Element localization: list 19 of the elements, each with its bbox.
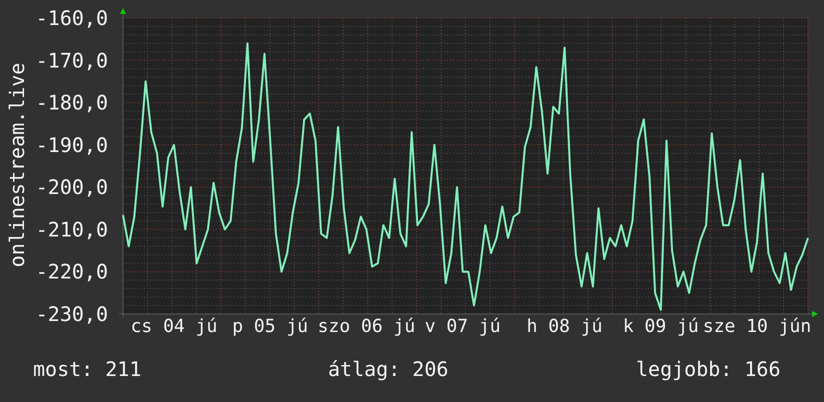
x-tick-label: cs 04 jú: [130, 316, 218, 338]
y-axis-title: onlinestream.live: [5, 62, 29, 268]
y-tick-label: -230,0: [36, 302, 108, 326]
y-tick-label: -160,0: [36, 6, 108, 30]
y-tick-label: -190,0: [36, 132, 108, 157]
x-tick-label: sze 10 jún: [702, 316, 812, 338]
y-tick-label: -220,0: [36, 260, 108, 284]
x-tick-label: k 09 jú: [622, 316, 699, 338]
stat-text: átlag: 206: [328, 356, 450, 383]
y-tick-label: -180,0: [36, 90, 108, 115]
y-tick-label: -200,0: [36, 175, 108, 200]
x-tick-label: v 07 jú: [424, 316, 501, 338]
y-tick-label: -170,0: [36, 48, 108, 72]
x-tick-label: h 08 jú: [526, 316, 602, 338]
stat-text: legjobb: 166: [636, 356, 780, 383]
x-tick-label: szo 06 jú: [318, 316, 416, 338]
stat-text: most: 211: [33, 356, 142, 383]
y-tick-label: -210,0: [36, 217, 108, 242]
x-tick-label: p 05 jú: [232, 316, 308, 338]
